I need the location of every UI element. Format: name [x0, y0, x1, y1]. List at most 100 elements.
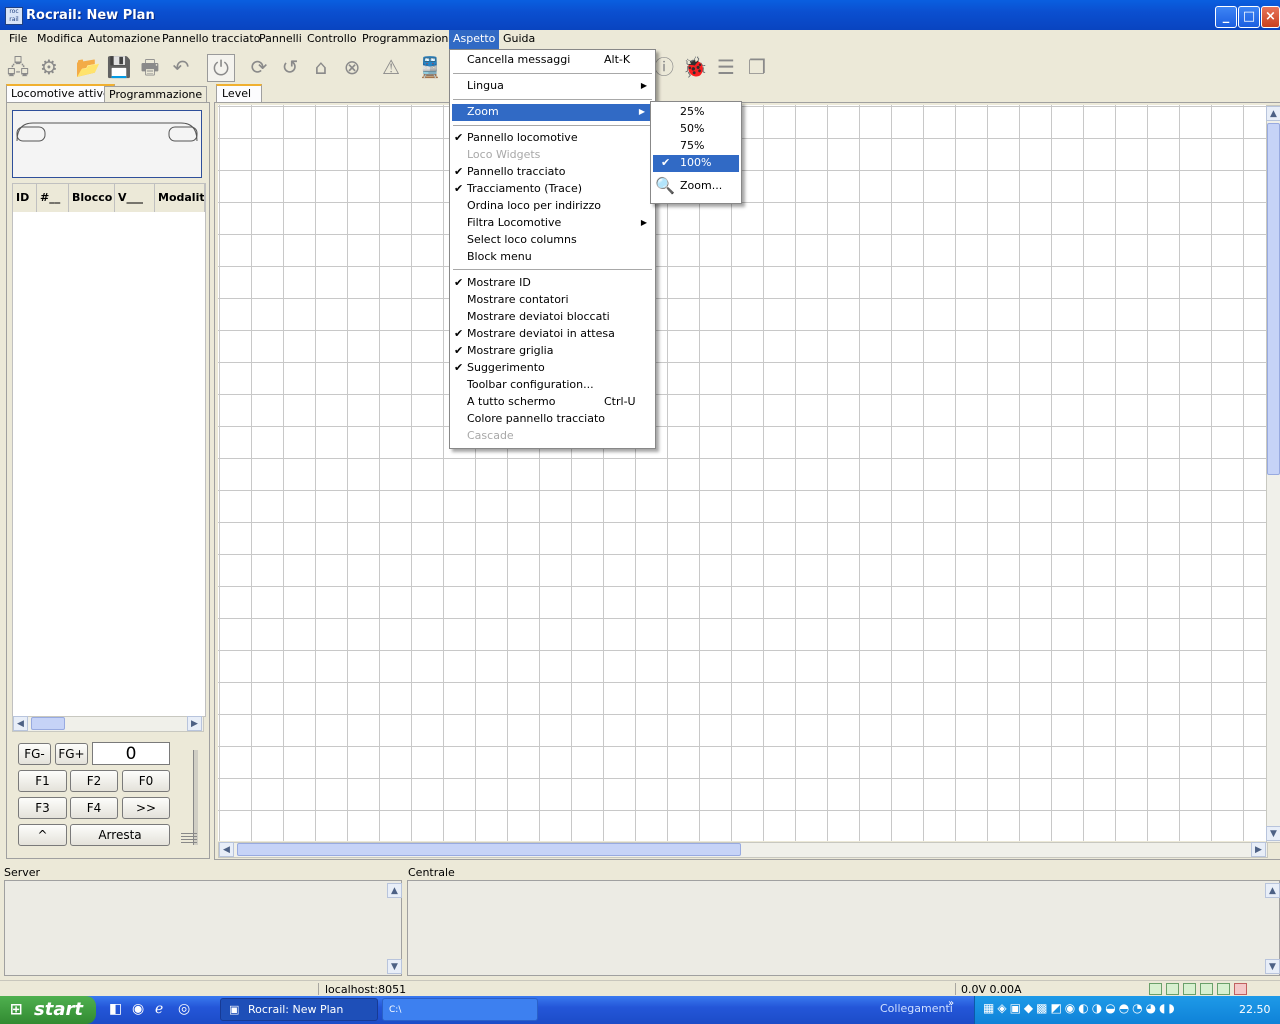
links-toolbar[interactable]: Collegamenti — [880, 1002, 953, 1015]
zoom-25[interactable]: 25% — [651, 104, 741, 121]
tab-locomotive-attive[interactable]: Locomotive attive — [6, 84, 115, 103]
save-icon[interactable]: 💾 — [106, 54, 132, 80]
fg-plus-button[interactable]: FG+ — [55, 743, 88, 765]
speed-slider-grip[interactable] — [181, 833, 197, 845]
menu-item-select-loco-columns[interactable]: Select loco columns — [450, 232, 655, 249]
stop-circle-icon[interactable]: ⊗ — [339, 54, 365, 80]
scroll-down-icon[interactable]: ▼ — [387, 959, 402, 974]
scroll-left-icon[interactable]: ◀ — [219, 842, 234, 857]
show-desktop-icon[interactable]: ◧ — [109, 1001, 122, 1017]
loco-table-hscroll[interactable]: ◀ ▶ — [12, 716, 204, 732]
menu-item-deviatoi-bloccati[interactable]: Mostrare deviatoi bloccati — [450, 309, 655, 326]
col-speed[interactable]: V___ — [115, 184, 155, 212]
menu-pannello-tracciato[interactable]: Pannello tracciato — [158, 30, 264, 50]
server-log[interactable]: ▲ ▼ — [4, 880, 402, 976]
media-player-icon[interactable]: ◉ — [132, 1001, 144, 1017]
menu-controllo[interactable]: Controllo — [303, 30, 361, 50]
maximize-button[interactable]: □ — [1238, 6, 1260, 28]
settings-icon[interactable]: ⚙ — [36, 54, 62, 80]
plan-hscroll[interactable]: ◀ ▶ — [218, 842, 1268, 858]
scroll-up-icon[interactable]: ▲ — [1265, 883, 1280, 898]
zoom-75[interactable]: 75% — [651, 138, 741, 155]
menu-guida[interactable]: Guida — [499, 30, 539, 50]
pages-icon[interactable]: ❐ — [744, 54, 770, 80]
col-blocco[interactable]: Blocco — [69, 184, 115, 212]
menu-item-mostrare-griglia[interactable]: ✔ Mostrare griglia — [450, 343, 655, 360]
menu-aspetto[interactable]: Aspetto — [449, 30, 500, 50]
menu-item-deviatoi-in-attesa[interactable]: ✔ Mostrare deviatoi in attesa — [450, 326, 655, 343]
menu-item-cancella-messaggi[interactable]: Cancella messaggi Alt-K — [450, 52, 655, 69]
tray-icons[interactable]: ▦◈▣◆▩◩◉◐◑◒◓◔◕◖◗ — [983, 1001, 1178, 1015]
menu-item-a-tutto-schermo[interactable]: A tutto schermo Ctrl-U — [450, 394, 655, 411]
sync-icon[interactable]: ⟳ — [246, 54, 272, 80]
minimize-button[interactable]: _ — [1215, 6, 1237, 28]
menu-programmazione[interactable]: Programmazione — [358, 30, 459, 50]
menu-automazione[interactable]: Automazione — [84, 30, 164, 50]
scroll-down-icon[interactable]: ▼ — [1265, 959, 1280, 974]
f0-button[interactable]: F0 — [122, 770, 170, 792]
taskbar-rocrail-button[interactable]: ▣ Rocrail: New Plan — [220, 998, 378, 1021]
menu-file[interactable]: File — [5, 30, 31, 50]
menu-item-ordina-loco[interactable]: Ordina loco per indirizzo — [450, 198, 655, 215]
plan-vscroll-thumb[interactable] — [1267, 123, 1280, 475]
menu-item-mostrare-contatori[interactable]: Mostrare contatori — [450, 292, 655, 309]
menu-item-filtra-locomotive[interactable]: Filtra Locomotive ▶ — [450, 215, 655, 232]
zoom-100[interactable]: ✔ 100% — [653, 155, 739, 172]
track-plan-grid[interactable] — [218, 105, 1266, 841]
open-folder-icon[interactable]: 📂 — [75, 54, 101, 80]
menu-item-colore-pannello[interactable]: Colore pannello tracciato — [450, 411, 655, 428]
scroll-thumb[interactable] — [31, 717, 65, 730]
scroll-right-icon[interactable]: ▶ — [1251, 842, 1266, 857]
more-functions-button[interactable]: >> — [122, 797, 170, 819]
menu-item-pannello-tracciato[interactable]: ✔ Pannello tracciato — [450, 164, 655, 181]
menu-item-pannello-locomotive[interactable]: ✔ Pannello locomotive — [450, 130, 655, 147]
scroll-up-icon[interactable]: ▲ — [1266, 106, 1280, 121]
scroll-up-icon[interactable]: ▲ — [387, 883, 402, 898]
menu-item-suggerimento[interactable]: ✔ Suggerimento — [450, 360, 655, 377]
scroll-right-icon[interactable]: ▶ — [187, 716, 202, 731]
tab-level-0[interactable]: Level 0 — [216, 84, 262, 116]
scroll-down-icon[interactable]: ▼ — [1266, 826, 1280, 841]
speed-slider[interactable] — [193, 750, 198, 845]
train-icon[interactable]: 🚆 — [417, 54, 443, 80]
stop-button[interactable]: Arresta — [70, 824, 170, 846]
zoom-custom[interactable]: 🔍 Zoom... — [651, 174, 741, 198]
f3-button[interactable]: F3 — [18, 797, 67, 819]
menu-item-mostrare-id[interactable]: ✔ Mostrare ID — [450, 275, 655, 292]
loco-image[interactable] — [12, 110, 202, 178]
taskbar-console-button[interactable]: C:\ — [382, 998, 538, 1021]
menu-pannelli[interactable]: Pannelli — [255, 30, 306, 50]
chrome-icon[interactable]: ◎ — [178, 1001, 190, 1017]
bug-icon[interactable]: 🐞 — [682, 54, 708, 80]
reset-icon[interactable]: ↺ — [277, 54, 303, 80]
menu-item-trace[interactable]: ✔ Tracciamento (Trace) — [450, 181, 655, 198]
f2-button[interactable]: F2 — [70, 770, 118, 792]
close-button[interactable]: × — [1261, 6, 1280, 28]
zoom-50[interactable]: 50% — [651, 121, 741, 138]
col-id[interactable]: ID — [13, 184, 37, 212]
loco-table[interactable]: ID #__ Blocco V___ Modalità — [12, 183, 206, 717]
warning-icon[interactable]: ⚠ — [378, 54, 404, 80]
power-icon[interactable]: ⏻ — [207, 54, 235, 82]
ie-icon[interactable]: ℯ — [155, 1001, 163, 1017]
menu-item-lingua[interactable]: Lingua ▶ — [450, 78, 655, 95]
print-icon[interactable]: 🖶 — [137, 54, 163, 80]
f4-button[interactable]: F4 — [70, 797, 118, 819]
app-icon[interactable]: roc rail — [5, 7, 23, 25]
menu-item-toolbar-configuration[interactable]: Toolbar configuration... — [450, 377, 655, 394]
col-number[interactable]: #__ — [37, 184, 69, 212]
chevron-icon[interactable]: » — [948, 998, 954, 1009]
menu-item-block-menu[interactable]: Block menu — [450, 249, 655, 266]
menu-item-zoom[interactable]: Zoom ▶ — [452, 104, 653, 121]
scroll-left-icon[interactable]: ◀ — [13, 716, 28, 731]
central-log[interactable]: ▲ ▼ — [407, 880, 1280, 976]
menu-modifica[interactable]: Modifica — [33, 30, 87, 50]
col-modalita[interactable]: Modalità — [155, 184, 205, 212]
plan-hscroll-thumb[interactable] — [237, 843, 741, 856]
direction-button[interactable]: ^ — [18, 824, 67, 846]
home-icon[interactable]: ⌂ — [308, 54, 334, 80]
list-icon[interactable]: ☰ — [713, 54, 739, 80]
undo-icon[interactable]: ↶ — [168, 54, 194, 80]
f1-button[interactable]: F1 — [18, 770, 67, 792]
connect-icon[interactable]: 🖧 — [5, 54, 31, 80]
